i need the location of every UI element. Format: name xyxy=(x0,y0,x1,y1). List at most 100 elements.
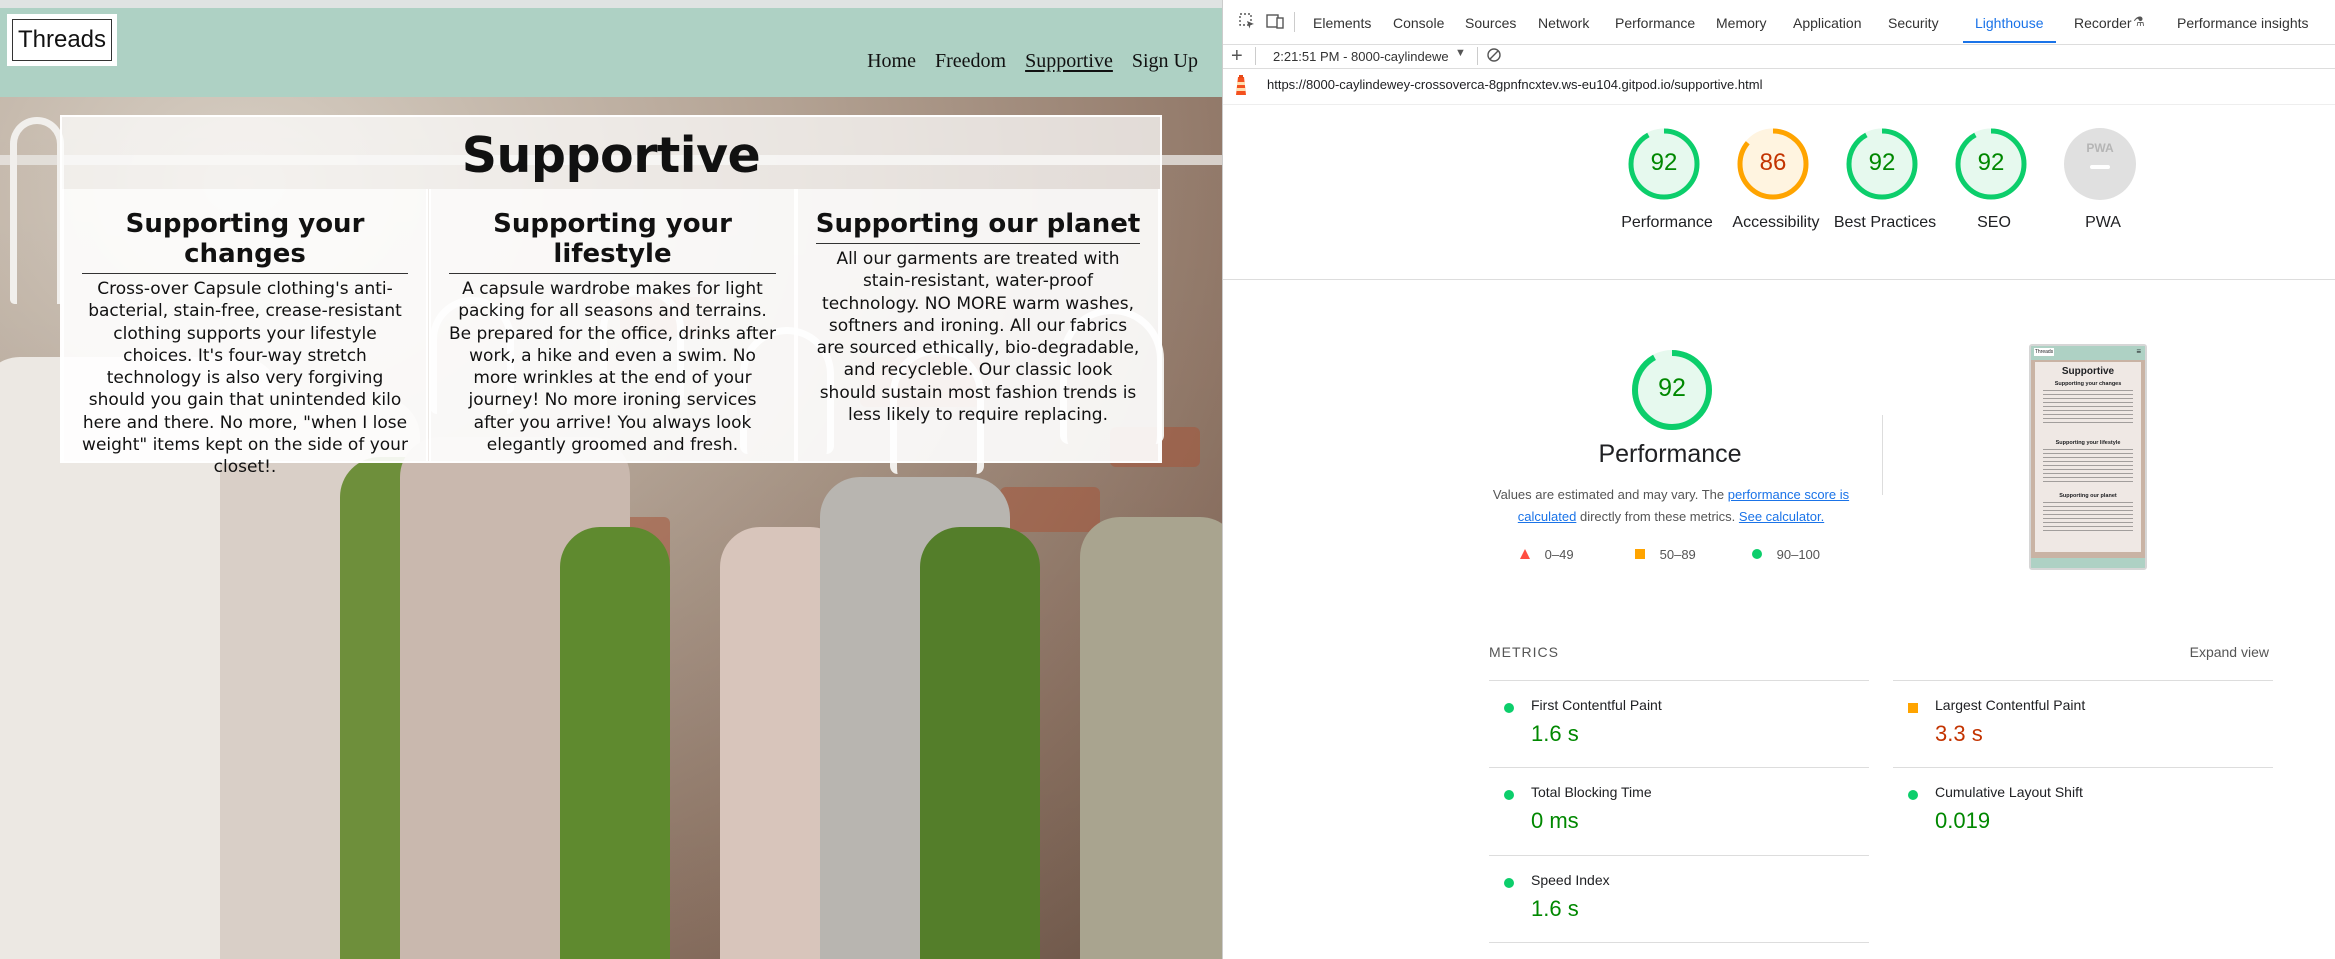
gauge-pwa[interactable]: PWA PWA xyxy=(2063,127,2137,231)
heading-rule xyxy=(82,273,408,274)
chevron-down-icon[interactable]: ▼ xyxy=(1455,47,1466,59)
report-url[interactable]: https://8000-caylindewey-crossoverca-8gp… xyxy=(1267,77,1762,92)
circle-icon xyxy=(1504,703,1514,713)
metric-value: 3.3 s xyxy=(1935,721,1983,746)
metric-value: 1.6 s xyxy=(1531,896,1579,921)
tab-security[interactable]: Security xyxy=(1888,15,1939,31)
desc-text: directly from these metrics. xyxy=(1579,509,1736,524)
devtools-tab-bar: Elements Console Sources Network Perform… xyxy=(1223,0,2335,45)
bg-brick xyxy=(1000,487,1100,532)
see-calculator-link[interactable]: See calculator. xyxy=(1739,509,1824,524)
circle-icon xyxy=(1752,549,1762,559)
metric-value: 0 ms xyxy=(1531,808,1579,833)
menu-icon: ≡ xyxy=(2136,347,2141,356)
garment-khaki xyxy=(1080,517,1222,959)
tab-lighthouse[interactable]: Lighthouse xyxy=(1975,15,2044,31)
legend-pass: 90–100 xyxy=(1751,547,1820,562)
heading-rule xyxy=(816,243,1140,244)
heading-rule xyxy=(449,273,776,274)
site-header: Threads Home Freedom Supportive Sign Up xyxy=(0,8,1222,97)
legend-average: 50–89 xyxy=(1634,547,1696,562)
nav-home[interactable]: Home xyxy=(867,50,916,73)
column-text: A capsule wardrobe makes for light packi… xyxy=(448,279,776,456)
tab-application[interactable]: Application xyxy=(1793,15,1862,31)
hanger xyxy=(10,117,64,304)
tab-separator xyxy=(1294,12,1295,32)
legend-label: 0–49 xyxy=(1544,547,1574,562)
active-tab-indicator xyxy=(1963,41,2056,43)
tab-memory[interactable]: Memory xyxy=(1716,15,1767,31)
content-panel: Supportive Supporting your changes Cross… xyxy=(60,115,1162,477)
metric-name: Speed Index xyxy=(1531,872,1610,888)
pwa-dash-icon xyxy=(2090,165,2110,169)
tab-network[interactable]: Network xyxy=(1538,15,1589,31)
report-url-bar: https://8000-caylindewey-crossoverca-8gp… xyxy=(1223,68,2335,105)
nav-supportive[interactable]: Supportive xyxy=(1025,50,1113,73)
metric-cumulative-layout-shift: Cumulative Layout Shift 0.019 xyxy=(1893,767,2273,855)
main-nav: Home Freedom Supportive Sign Up xyxy=(867,50,1198,73)
circle-icon xyxy=(1504,878,1514,888)
tab-sources[interactable]: Sources xyxy=(1465,15,1516,31)
tab-performance-insights[interactable]: Performance insights xyxy=(2177,15,2309,31)
thumb-heading: Supporting our planet xyxy=(2059,493,2117,499)
device-toolbar-icon[interactable] xyxy=(1266,12,1284,30)
vertical-separator xyxy=(1882,415,1883,495)
gauge-ring xyxy=(2064,128,2136,200)
performance-gauge-large: 92 xyxy=(1631,349,1713,431)
metric-largest-contentful-paint: Largest Contentful Paint 3.3 s xyxy=(1893,680,2273,768)
toolbar-separator xyxy=(1477,47,1478,65)
column-lifestyle: Supporting your lifestyle A capsule ward… xyxy=(429,189,796,461)
column-heading: Supporting our planet xyxy=(815,209,1141,239)
metrics-title: METRICS xyxy=(1489,644,1559,660)
metric-name: Cumulative Layout Shift xyxy=(1935,784,2083,800)
metric-value: 1.6 s xyxy=(1531,721,1579,746)
website-viewport: Threads Home Freedom Supportive Sign Up xyxy=(0,0,1222,959)
tab-recorder[interactable]: Recorder xyxy=(2074,15,2132,31)
performance-description: Values are estimated and may vary. The p… xyxy=(1489,484,1853,528)
gauge-label: PWA xyxy=(2085,214,2121,231)
top-strip xyxy=(0,0,1222,8)
tab-performance[interactable]: Performance xyxy=(1615,15,1695,31)
toolbar-separator xyxy=(1255,47,1256,65)
gauge-performance[interactable]: 92 Performance xyxy=(1621,127,1713,231)
gauge-accessibility[interactable]: 86 Accessibility xyxy=(1732,127,1820,231)
nav-freedom[interactable]: Freedom xyxy=(935,50,1006,73)
page-screenshot-thumbnail[interactable]: Threads ≡ Supportive Supporting your cha… xyxy=(2029,344,2147,570)
square-icon xyxy=(1635,549,1645,559)
nav-sign-up[interactable]: Sign Up xyxy=(1132,50,1198,73)
new-report-icon[interactable]: + xyxy=(1231,44,1243,68)
tab-console[interactable]: Console xyxy=(1393,15,1444,31)
inspect-element-icon[interactable] xyxy=(1238,12,1256,30)
performance-score: 92 xyxy=(1658,374,1686,402)
logo[interactable]: Threads xyxy=(7,14,117,66)
performance-heading: Performance xyxy=(1598,440,1742,468)
expand-view-toggle[interactable]: Expand view xyxy=(2190,644,2269,660)
circle-icon xyxy=(1908,790,1918,800)
metric-total-blocking-time: Total Blocking Time 0 ms xyxy=(1489,767,1869,855)
tab-elements[interactable]: Elements xyxy=(1313,15,1371,31)
section-divider xyxy=(1223,279,2335,280)
devtools-panel: Elements Console Sources Network Perform… xyxy=(1222,0,2335,959)
page-title: Supportive xyxy=(461,127,761,184)
gauge-score: 92 xyxy=(1868,149,1896,176)
pwa-badge-text: PWA xyxy=(2086,141,2114,155)
gauge-best-practices[interactable]: 92 Best Practices xyxy=(1834,127,1936,231)
circle-icon xyxy=(1504,790,1514,800)
column-changes: Supporting your changes Cross-over Capsu… xyxy=(62,189,428,477)
metric-name: Total Blocking Time xyxy=(1531,784,1652,800)
lighthouse-logo-icon xyxy=(1233,75,1249,100)
clear-icon[interactable] xyxy=(1486,47,1502,66)
legend-fail: 0–49 xyxy=(1519,547,1574,562)
column-text: Cross-over Capsule clothing's anti-bacte… xyxy=(82,279,408,478)
lighthouse-toolbar: + 2:21:51 PM - 8000-caylindewe ▼ xyxy=(1223,44,2335,69)
desc-text: Values are estimated and may vary. The xyxy=(1492,487,1725,502)
metrics-header: METRICS Expand view xyxy=(1489,644,2269,660)
thumb-logo: Threads xyxy=(2034,348,2054,356)
thumb-title: Supportive xyxy=(2061,366,2115,377)
metric-first-contentful-paint: First Contentful Paint 1.6 s xyxy=(1489,680,1869,768)
gauge-score: 92 xyxy=(1977,149,2005,176)
gauge-seo[interactable]: 92 SEO xyxy=(1954,127,2028,231)
legend-label: 50–89 xyxy=(1659,547,1696,562)
thumb-footer xyxy=(2031,558,2145,568)
garment-green xyxy=(920,527,1040,959)
